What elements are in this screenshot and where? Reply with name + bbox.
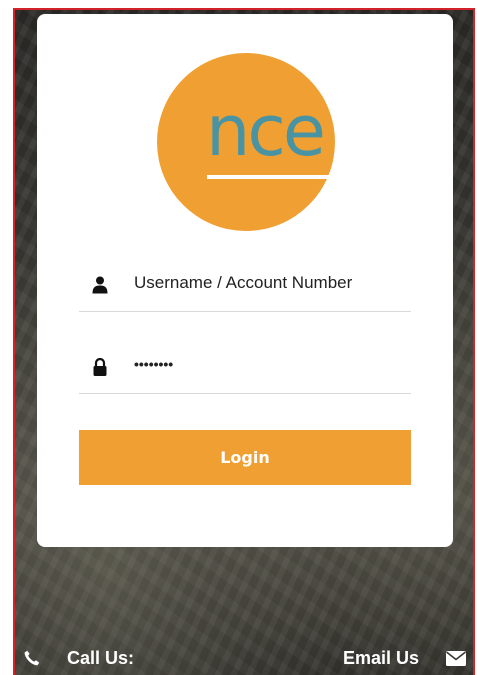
call-us-label[interactable]: Call Us: xyxy=(67,648,134,669)
username-field[interactable]: Username / Account Number xyxy=(79,262,411,312)
phone-icon[interactable] xyxy=(24,650,40,666)
email-us-label[interactable]: Email Us xyxy=(343,648,419,669)
envelope-icon[interactable] xyxy=(446,651,466,666)
user-icon xyxy=(92,276,108,294)
login-button[interactable]: Login xyxy=(79,430,411,485)
logo-underline xyxy=(207,175,331,179)
password-input[interactable]: •••••••• xyxy=(134,356,173,372)
username-input[interactable]: Username / Account Number xyxy=(134,273,352,293)
logo-text: nce xyxy=(206,90,326,172)
lock-icon xyxy=(93,358,107,376)
password-field[interactable]: •••••••• xyxy=(79,344,411,394)
